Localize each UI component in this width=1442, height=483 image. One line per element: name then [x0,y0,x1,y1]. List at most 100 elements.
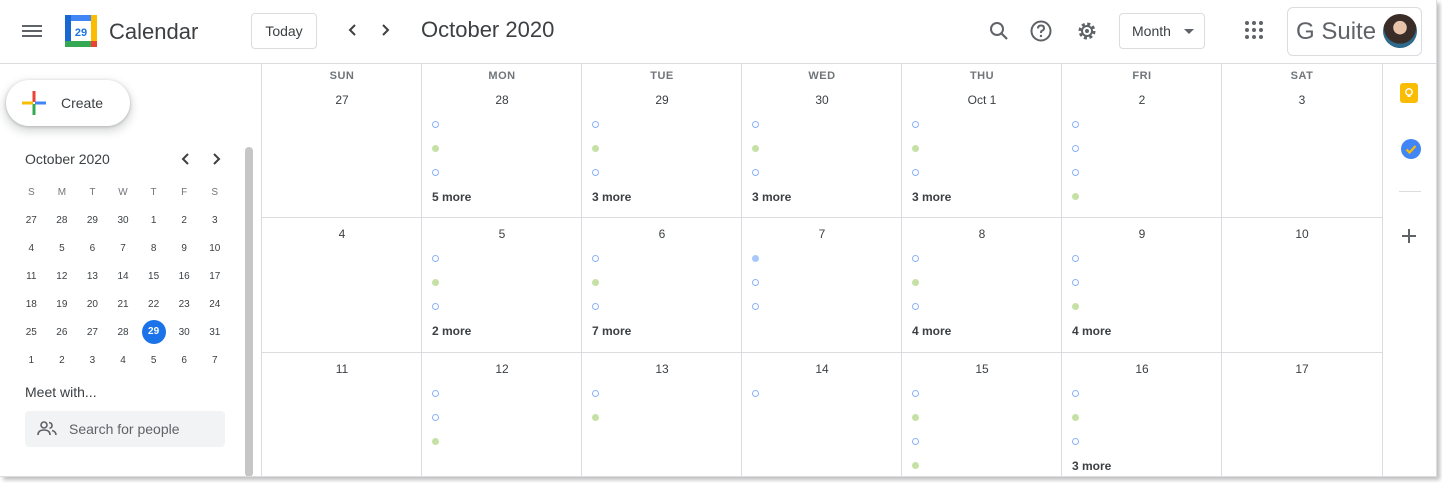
mini-day[interactable]: 22 [138,299,169,310]
event-dot[interactable] [752,303,759,310]
mini-day[interactable]: 11 [16,271,47,282]
event-dot[interactable] [912,414,919,421]
mini-day[interactable]: 9 [169,243,200,254]
event-dot[interactable] [432,121,439,128]
mini-day[interactable]: 10 [199,243,230,254]
mini-day[interactable]: 29 [77,215,108,226]
event-dot[interactable] [912,390,919,397]
mini-day[interactable]: 19 [47,299,78,310]
event-dot[interactable] [912,145,919,152]
event-dot[interactable] [752,255,759,262]
event-dot[interactable] [912,462,919,469]
event-dot[interactable] [912,169,919,176]
mini-day[interactable]: 21 [108,299,139,310]
search-icon[interactable] [987,19,1011,43]
day-number[interactable]: 7 [742,227,902,241]
mini-day[interactable]: 13 [77,271,108,282]
event-dot[interactable] [592,255,599,262]
plus-icon[interactable] [1401,228,1417,244]
mini-day[interactable]: 6 [169,355,200,366]
day-number[interactable]: 17 [1222,362,1382,376]
chevron-left-icon[interactable] [343,20,363,40]
day-number[interactable]: 14 [742,362,902,376]
event-dot[interactable] [752,121,759,128]
mini-day[interactable]: 27 [16,215,47,226]
mini-day-today[interactable]: 29 [138,320,169,344]
mini-day[interactable]: 30 [169,327,200,338]
event-dot[interactable] [432,390,439,397]
more-events-link[interactable]: 7 more [592,324,631,338]
mini-day[interactable]: 16 [169,271,200,282]
mini-day[interactable]: 24 [199,299,230,310]
event-dot[interactable] [592,279,599,286]
event-dot[interactable] [912,255,919,262]
event-dot[interactable] [432,303,439,310]
mini-day[interactable]: 23 [169,299,200,310]
search-people-input[interactable]: Search for people [25,411,225,447]
mini-day[interactable]: 28 [108,327,139,338]
mini-day[interactable]: 5 [138,355,169,366]
tasks-icon[interactable] [1401,139,1421,159]
event-dot[interactable] [912,121,919,128]
day-number[interactable]: 2 [1062,93,1222,107]
more-events-link[interactable]: 3 more [592,190,631,204]
mini-day[interactable]: 26 [47,327,78,338]
day-number[interactable]: 28 [422,93,582,107]
event-dot[interactable] [1072,193,1079,200]
event-dot[interactable] [592,169,599,176]
event-dot[interactable] [912,438,919,445]
avatar[interactable] [1383,14,1417,48]
event-dot[interactable] [592,121,599,128]
mini-day[interactable]: 2 [47,355,78,366]
chevron-right-icon[interactable] [208,151,224,167]
more-events-link[interactable]: 3 more [912,190,951,204]
event-dot[interactable] [1072,255,1079,262]
event-dot[interactable] [432,279,439,286]
create-button[interactable]: Create [6,80,130,126]
mini-day[interactable]: 8 [138,243,169,254]
chevron-right-icon[interactable] [375,20,395,40]
mini-day[interactable]: 27 [77,327,108,338]
day-number[interactable]: 8 [902,227,1062,241]
keep-icon[interactable] [1400,83,1418,103]
event-dot[interactable] [432,414,439,421]
mini-day[interactable]: 4 [108,355,139,366]
event-dot[interactable] [432,145,439,152]
view-selector[interactable]: Month [1119,13,1205,49]
mini-day[interactable]: 28 [47,215,78,226]
mini-day[interactable]: 14 [108,271,139,282]
mini-day[interactable]: 18 [16,299,47,310]
event-dot[interactable] [592,414,599,421]
event-dot[interactable] [1072,303,1079,310]
more-events-link[interactable]: 4 more [1072,324,1111,338]
mini-day[interactable]: 2 [169,215,200,226]
mini-day[interactable]: 6 [77,243,108,254]
apps-icon[interactable] [1245,21,1265,41]
mini-day[interactable]: 1 [16,355,47,366]
day-number[interactable]: 16 [1062,362,1222,376]
day-number[interactable]: 9 [1062,227,1222,241]
menu-icon[interactable] [22,22,42,40]
day-number[interactable]: 15 [902,362,1062,376]
mini-day[interactable]: 5 [47,243,78,254]
help-icon[interactable] [1029,19,1053,43]
event-dot[interactable] [1072,279,1079,286]
event-dot[interactable] [432,169,439,176]
event-dot[interactable] [432,255,439,262]
day-number[interactable]: 12 [422,362,582,376]
mini-day[interactable]: 3 [77,355,108,366]
day-number[interactable]: 10 [1222,227,1382,241]
mini-day[interactable]: 1 [138,215,169,226]
day-number[interactable]: 13 [582,362,742,376]
day-number[interactable]: 29 [582,93,742,107]
event-dot[interactable] [752,390,759,397]
mini-day[interactable]: 30 [108,215,139,226]
more-events-link[interactable]: 3 more [752,190,791,204]
event-dot[interactable] [1072,121,1079,128]
event-dot[interactable] [912,279,919,286]
event-dot[interactable] [1072,438,1079,445]
more-events-link[interactable]: 3 more [1072,459,1111,473]
more-events-link[interactable]: 5 more [432,190,471,204]
mini-day[interactable]: 3 [199,215,230,226]
event-dot[interactable] [1072,390,1079,397]
